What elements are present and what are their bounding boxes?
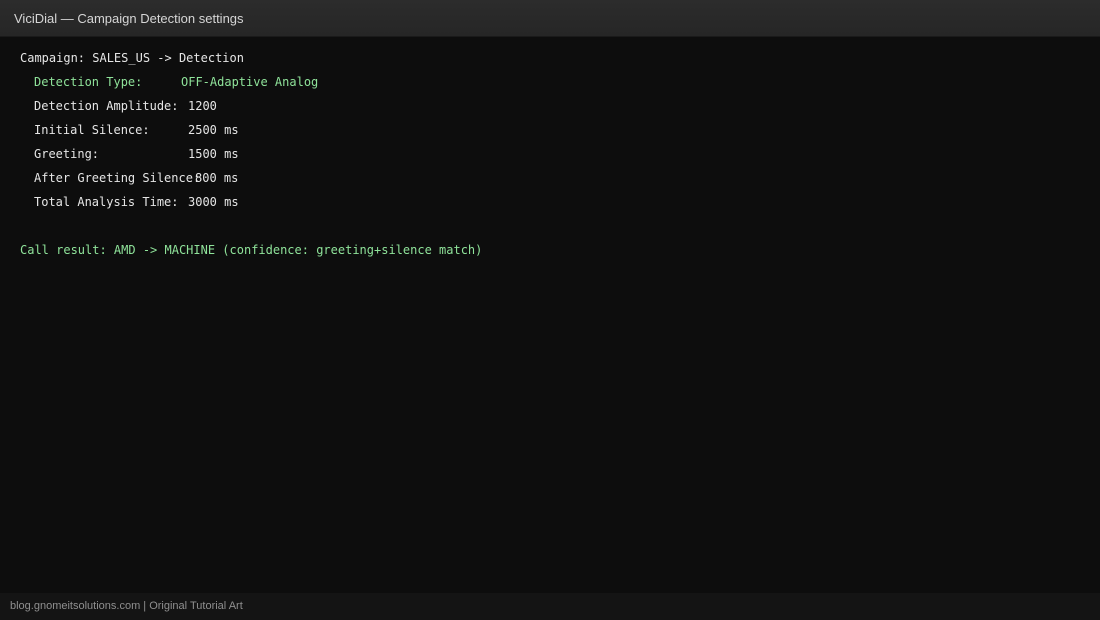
title-bar: ViciDial — Campaign Detection settings [0,0,1100,37]
campaign-header: Campaign: SALES_US -> Detection [20,51,244,65]
terminal-output: Campaign: SALES_US -> Detection Detectio… [0,37,1100,593]
setting-row-detection-type: Detection Type: OFF-Adaptive Analog [34,74,318,90]
setting-value: 1200 [188,99,217,113]
setting-value: 800 ms [195,171,239,185]
setting-label: After Greeting Silence: [34,171,201,185]
setting-label: Detection Amplitude: [34,99,179,113]
setting-label: Greeting: [34,147,100,161]
setting-value: 2500 ms [188,123,239,137]
setting-value: 1500 ms [188,147,239,161]
setting-value: 3000 ms [188,195,239,209]
footer: blog.gnomeitsolutions.com | Original Tut… [0,593,1100,620]
setting-row-total-analysis-time: Total Analysis Time: 3000 ms [34,194,239,210]
setting-row-greeting: Greeting: 1500 ms [34,146,239,162]
setting-value: OFF-Adaptive Analog [181,75,319,89]
call-result: Call result: AMD -> MACHINE (confidence:… [20,243,483,257]
setting-row-after-greeting-silence: After Greeting Silence:800 ms [34,170,238,186]
setting-row-initial-silence: Initial Silence: 2500 ms [34,122,239,138]
app-window: ViciDial — Campaign Detection settings C… [0,0,1100,620]
setting-row-detection-amplitude: Detection Amplitude: 1200 [34,98,217,114]
setting-label: Detection Type: [34,75,143,89]
setting-label: Initial Silence: [34,123,150,137]
window-title: ViciDial — Campaign Detection settings [14,11,244,26]
footer-credit: blog.gnomeitsolutions.com | Original Tut… [10,600,243,612]
setting-label: Total Analysis Time: [34,195,179,209]
